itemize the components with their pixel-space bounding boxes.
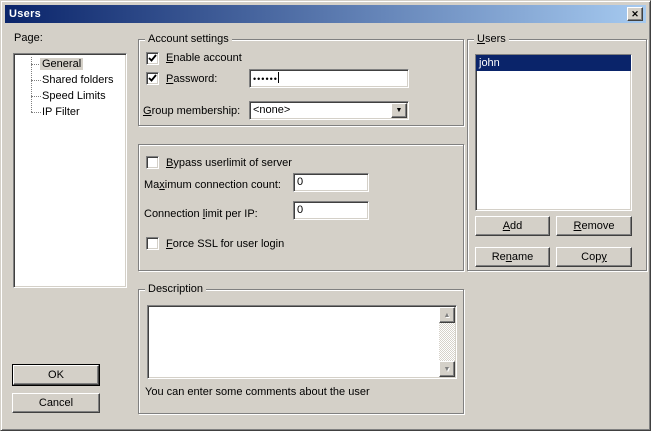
title-bar[interactable]: Users ✕ — [5, 5, 646, 23]
close-icon[interactable]: ✕ — [627, 7, 643, 21]
page-label: Page: — [14, 32, 43, 44]
tree-item-speed-limits[interactable]: Speed Limits — [14, 88, 126, 104]
add-button[interactable]: Add — [475, 216, 550, 236]
scroll-down-icon[interactable]: ▼ — [439, 361, 455, 377]
tree-item-ip-filter[interactable]: IP Filter — [14, 104, 126, 120]
enable-account-label: Enable account — [166, 52, 242, 64]
rename-button[interactable]: Rename — [475, 247, 550, 267]
description-hint: You can enter some comments about the us… — [145, 386, 370, 398]
tree-item-label[interactable]: Shared folders — [40, 74, 116, 86]
max-connection-count-label: Maximum connection count: — [144, 179, 281, 191]
cancel-button[interactable]: Cancel — [12, 393, 100, 413]
tree-item-label[interactable]: General — [40, 58, 83, 70]
chevron-down-icon[interactable]: ▼ — [391, 103, 407, 118]
password-checkbox[interactable] — [146, 72, 159, 85]
users-listbox[interactable]: john — [475, 54, 632, 211]
remove-button[interactable]: Remove — [556, 216, 632, 236]
connection-limit-per-ip-input[interactable]: 0 — [293, 201, 369, 220]
vertical-scrollbar[interactable]: ▲ ▼ — [439, 307, 455, 377]
password-label: Password: — [166, 73, 217, 85]
max-connection-count-input[interactable]: 0 — [293, 173, 369, 192]
users-dialog: Users ✕ Page: General Shared folders Spe… — [0, 0, 651, 431]
ok-button[interactable]: OK — [13, 365, 99, 385]
password-input[interactable]: •••••• — [249, 69, 409, 88]
force-ssl-label: Force SSL for user login — [166, 238, 284, 250]
users-group: Users john Add Remove Rename Copy — [467, 39, 647, 271]
checkmark-icon — [148, 74, 157, 83]
group-membership-select[interactable]: <none> ▼ — [249, 101, 409, 120]
description-textarea[interactable]: ▲ ▼ — [147, 305, 457, 379]
scroll-up-icon[interactable]: ▲ — [439, 307, 455, 323]
tree-item-label[interactable]: Speed Limits — [40, 90, 108, 102]
account-settings-title: Account settings — [145, 33, 232, 45]
text-caret — [278, 72, 279, 83]
checkmark-icon — [148, 54, 157, 63]
tree-item-general[interactable]: General — [14, 56, 126, 72]
connection-limit-per-ip-label: Connection limit per IP: — [144, 208, 258, 220]
enable-account-checkbox[interactable] — [146, 52, 159, 65]
users-group-title: Users — [474, 33, 509, 45]
page-tree[interactable]: General Shared folders Speed Limits IP F… — [13, 53, 127, 288]
window-title: Users — [5, 8, 41, 20]
user-list-item[interactable]: john — [476, 55, 631, 71]
tree-item-label[interactable]: IP Filter — [40, 106, 82, 118]
force-ssl-checkbox[interactable] — [146, 237, 159, 250]
copy-button[interactable]: Copy — [556, 247, 632, 267]
description-group: Description ▲ ▼ You can enter some comme… — [138, 289, 464, 414]
description-title: Description — [145, 283, 206, 295]
group-membership-label: Group membership: — [143, 105, 240, 117]
tree-item-shared-folders[interactable]: Shared folders — [14, 72, 126, 88]
bypass-userlimit-label: Bypass userlimit of server — [166, 157, 292, 169]
bypass-userlimit-checkbox[interactable] — [146, 156, 159, 169]
